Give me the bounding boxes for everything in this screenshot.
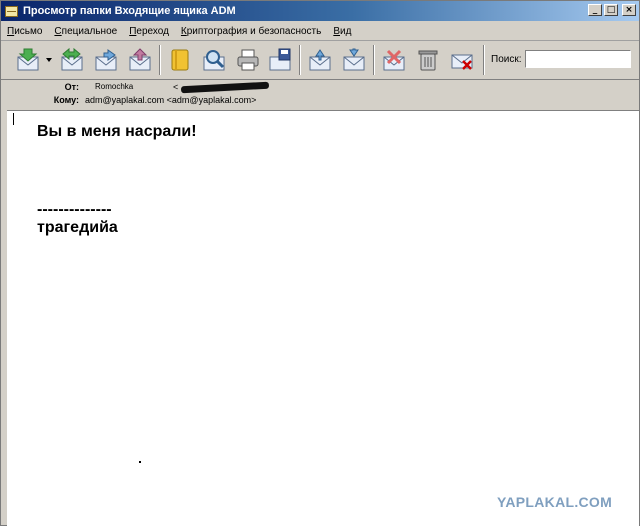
copy-mail-icon[interactable] [341, 47, 367, 73]
toolbar-separator [159, 45, 161, 75]
menu-letter[interactable]: Письмо [1, 26, 48, 37]
search-label: Поиск: [491, 54, 522, 65]
site-watermark: YAPLAKAL.COM [497, 494, 613, 510]
menu-go[interactable]: Переход [123, 26, 175, 37]
mark-delete-icon[interactable] [381, 47, 407, 73]
from-row: От: Romochka < [1, 81, 639, 96]
title-bar[interactable]: Просмотр папки Входящие ящика ADM _ □ × [1, 1, 639, 21]
text-caret [13, 113, 14, 125]
close-button[interactable]: × [622, 4, 636, 16]
window-title: Просмотр папки Входящие ящика ADM [23, 5, 236, 17]
stray-dot [139, 461, 141, 463]
mail-viewer-window: Просмотр папки Входящие ящика ADM _ □ × … [0, 0, 640, 526]
move-mail-icon[interactable] [307, 47, 333, 73]
maximize-button[interactable]: □ [604, 4, 618, 16]
save-icon[interactable] [267, 47, 293, 73]
message-line-1: Вы в меня насрали! [37, 123, 197, 140]
forward-mail-icon[interactable] [59, 47, 85, 73]
minimize-button[interactable]: _ [588, 4, 602, 16]
menu-special[interactable]: Специальное [48, 26, 123, 37]
menu-view-label: ид [340, 25, 352, 37]
menu-crypto[interactable]: Криптография и безопасность [175, 26, 327, 37]
to-value[interactable]: adm@yaplakal.com <adm@yaplakal.com> [85, 95, 256, 105]
message-body[interactable]: Вы в меня насрали! -------------- трагед… [7, 110, 639, 526]
mail-options-dropdown-icon[interactable] [46, 58, 52, 62]
open-mail-icon[interactable] [93, 47, 119, 73]
window-controls: _ □ × [588, 4, 636, 16]
delete-mail-icon[interactable] [449, 47, 475, 73]
toolbar-separator [483, 45, 485, 75]
menu-crypto-label: риптография и безопасность [186, 25, 322, 37]
from-label: От: [64, 82, 79, 92]
message-line-2: -------------- [37, 201, 112, 218]
menu-view[interactable]: Вид [327, 26, 357, 37]
to-row: Кому: adm@yaplakal.com <adm@yaplakal.com… [1, 95, 639, 109]
toolbar-separator [373, 45, 375, 75]
menu-go-label: ереход [136, 25, 169, 37]
get-mail-icon[interactable] [15, 47, 41, 73]
menu-letter-label: исьмо [14, 25, 43, 37]
from-name[interactable]: Romochka [95, 82, 133, 91]
menu-bar: Письмо Специальное Переход Криптография … [1, 22, 639, 41]
from-email-start: < [173, 82, 179, 92]
message-line-3: трагедийа [37, 219, 118, 236]
toolbar-separator [299, 45, 301, 75]
find-icon[interactable] [201, 47, 227, 73]
menu-view-accel: В [333, 25, 340, 37]
print-icon[interactable] [235, 47, 261, 73]
to-label: Кому: [53, 95, 79, 105]
toolbar: Поиск: [1, 41, 639, 80]
address-book-icon[interactable] [167, 47, 193, 73]
search-input[interactable] [525, 50, 631, 68]
menu-special-label: пециальное [61, 25, 118, 37]
mail-folder-icon [5, 5, 18, 17]
trash-icon[interactable] [415, 47, 441, 73]
redaction-mark [180, 81, 270, 94]
menu-special-accel: С [54, 25, 62, 37]
message-header: От: Romochka < Кому: adm@yaplakal.com <a… [1, 80, 639, 110]
reply-mail-icon[interactable] [127, 47, 153, 73]
